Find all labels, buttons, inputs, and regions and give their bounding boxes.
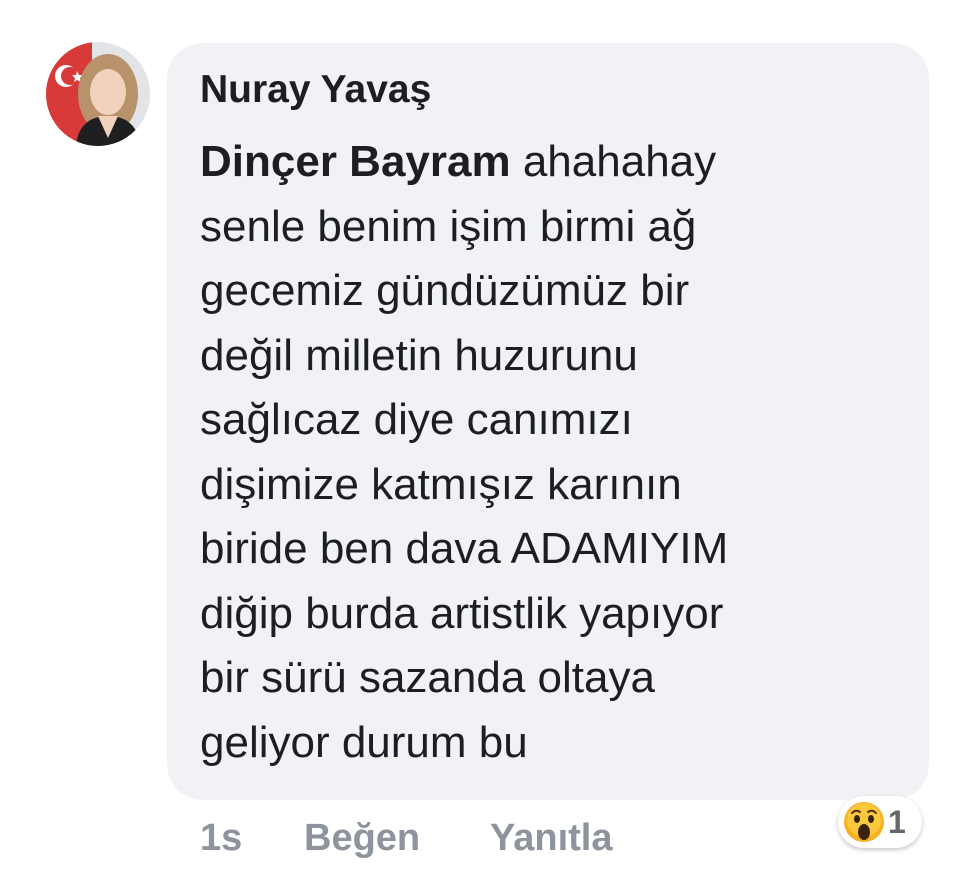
comment-line-2: senle benim işim birmi ağ — [200, 201, 697, 251]
comment-line-6: dişimize katmışız karının — [200, 459, 682, 509]
comment-author-name[interactable]: Nuray Yavaş — [200, 66, 431, 114]
comment-line-9: bir sürü sazanda oltaya — [200, 653, 655, 702]
like-button[interactable]: Beğen — [304, 812, 420, 864]
comment-text: Dinçer Bayram ahahahay senle benim işim … — [200, 130, 900, 775]
comment-line-1: Dinçer Bayram ahahahay — [200, 130, 900, 195]
reply-button[interactable]: Yanıtla — [490, 812, 613, 864]
reaction-summary[interactable]: 1 — [838, 796, 922, 848]
comment-line-1-text: ahahahay — [510, 137, 717, 186]
comment-line-8: diğip burda artistlik yapıyor — [200, 588, 724, 638]
avatar[interactable] — [46, 42, 150, 146]
comment-line-3: gecemiz gündüzümüz bir — [200, 266, 690, 315]
wow-reaction-icon — [844, 802, 884, 842]
comment-line-10: geliyor durum bu — [200, 717, 528, 767]
comment-mention[interactable]: Dinçer Bayram — [200, 137, 511, 186]
comment-timestamp[interactable]: 1s — [200, 812, 242, 864]
comment-line-7: biride ben dava ADAMIYIM — [200, 524, 729, 573]
comment-line-5: sağlıcaz diye canımızı — [200, 395, 633, 444]
reaction-count: 1 — [888, 804, 906, 840]
avatar-photo — [46, 42, 150, 146]
comment-line-4: değil milletin huzurunu — [200, 330, 638, 380]
